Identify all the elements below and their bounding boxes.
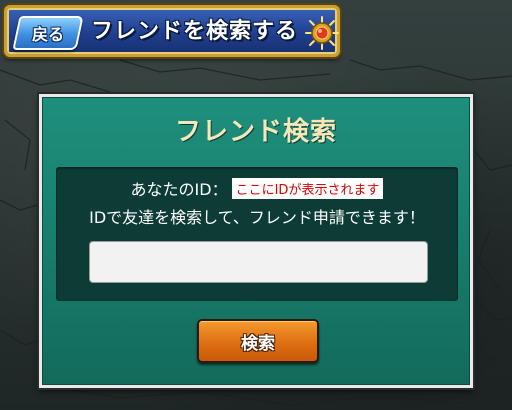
friend-search-dialog: フレンド検索 あなたのID： ここにIDが表示されます IDで友達を検索して、フレ…	[37, 92, 475, 390]
back-button[interactable]: 戻る	[12, 16, 84, 50]
dialog-title: フレンド検索	[174, 117, 337, 147]
header-bar: 戻る フレンドを検索する	[4, 5, 340, 57]
search-button[interactable]: 検索	[197, 319, 319, 363]
page-title: フレンドを検索する	[91, 19, 299, 44]
friend-id-input[interactable]	[89, 241, 428, 283]
my-id-value: ここにIDが表示されます	[231, 177, 384, 199]
back-button-label: 戻る	[31, 25, 64, 44]
dialog-content-panel: あなたのID： ここにIDが表示されます IDで友達を検索して、フレンド申請できま…	[56, 167, 458, 301]
instruction-text: IDで友達を検索して、フレンド申請できます！	[89, 208, 425, 227]
my-id-row: あなたのID： ここにIDが表示されます	[56, 176, 458, 200]
medal-emblem-icon	[305, 16, 339, 50]
my-id-label: あなたのID：	[130, 180, 228, 199]
